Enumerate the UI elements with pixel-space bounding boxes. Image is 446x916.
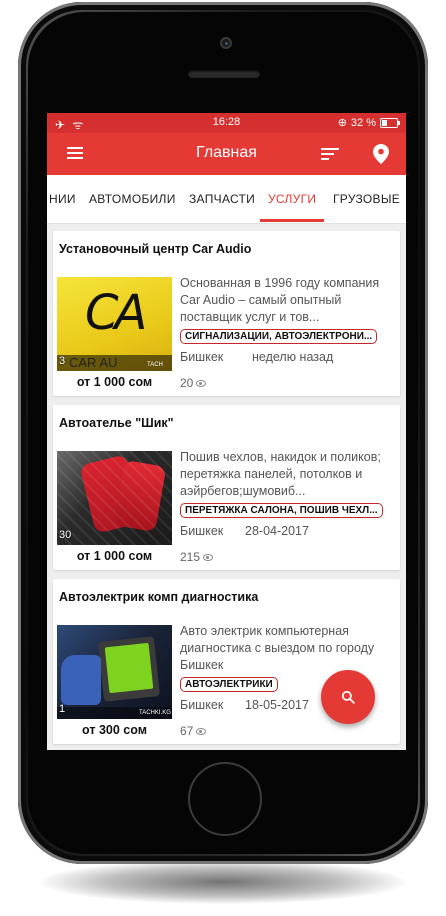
listing-views: 215 (180, 550, 214, 564)
listing-description: Пошив чехлов, накидок и поликов; перетяж… (180, 450, 381, 498)
views-count: 67 (180, 724, 194, 738)
app-bar: Главная (47, 133, 406, 175)
tab-parts[interactable]: ЗАПЧАСТИ (189, 192, 255, 206)
sort-icon[interactable] (321, 148, 339, 160)
photo-count: 30 (59, 529, 72, 541)
listing-description: Основанная в 1996 году компания Car Audi… (180, 276, 380, 324)
tab-partial[interactable]: НИИ (49, 192, 76, 206)
page-title: Главная (196, 144, 257, 161)
tab-services[interactable]: УСЛУГИ (268, 192, 316, 206)
tab-trucks[interactable]: ГРУЗОВЫЕ (333, 192, 400, 206)
car-audio-logo: CA (85, 285, 147, 341)
listing-price: от 300 сом (82, 723, 147, 737)
listing-card[interactable]: Автоателье "Шик" 30 Пошив чехлов, накидо… (53, 405, 400, 570)
status-right: ⊕ 32 % (337, 116, 400, 129)
views-count: 215 (180, 550, 201, 564)
eye-icon (203, 553, 214, 561)
battery-icon (380, 117, 400, 128)
listing-views: 20 (180, 376, 207, 390)
listing-photo[interactable]: TACHKI.KG 1 (57, 625, 172, 719)
listing-city: Бишкек (180, 698, 224, 712)
listing-price: от 1 000 сом (76, 375, 153, 389)
listing-date: неделю назад (252, 350, 334, 364)
photo-watermark-small: TACHKI.KG (139, 710, 171, 716)
eye-icon (196, 379, 207, 387)
listing-card[interactable]: Установочный центр Car Audio CA CAR AU T… (53, 231, 400, 396)
photo-count: 3 (59, 355, 66, 367)
earpiece-speaker (188, 70, 260, 78)
category-tabs: НИИ АВТОМОБИЛИ ЗАПЧАСТИ УСЛУГИ ГРУЗОВЫЕ (47, 175, 406, 224)
home-button[interactable] (188, 762, 262, 836)
location-pin-icon[interactable] (373, 144, 389, 164)
listing-photo[interactable]: CA CAR AU TACH 3 (57, 277, 172, 371)
search-fab-button[interactable] (321, 670, 375, 724)
listing-city: Бишкек (180, 350, 224, 364)
tab-cars[interactable]: АВТОМОБИЛИ (89, 192, 176, 206)
category-tag: СИГНАЛИЗАЦИИ, АВТОЭЛЕКТРОНИ... (180, 329, 378, 344)
status-bar: ✈ ᯤ 16:28 ⊕ 32 % (47, 113, 406, 133)
search-icon (341, 690, 355, 704)
listing-city: Бишкек (180, 524, 224, 538)
lock-rotation-icon: ⊕ (337, 117, 347, 129)
battery-percent: 32 % (350, 116, 376, 129)
eye-icon (196, 727, 207, 735)
category-tag: ПЕРЕТЯЖКА САЛОНА, ПОШИВ ЧЕХЛ... (180, 503, 383, 518)
listing-photo[interactable]: 30 (57, 451, 172, 545)
photo-watermark: CAR AU (69, 355, 118, 370)
photo-watermark-small: TACH (147, 362, 163, 368)
listing-date: 18-05-2017 (245, 698, 309, 712)
category-tag: АВТОЭЛЕКТРИКИ (180, 677, 278, 692)
active-tab-indicator (260, 219, 324, 222)
listing-price: от 1 000 сом (76, 549, 153, 563)
phone-shadow (40, 860, 406, 904)
photo-count: 1 (59, 703, 66, 715)
front-camera (220, 37, 232, 49)
listing-date: 28-04-2017 (245, 524, 309, 538)
listing-title: Автоателье "Шик" (59, 416, 174, 430)
listing-title: Установочный центр Car Audio (59, 242, 252, 256)
views-count: 20 (180, 376, 194, 390)
listing-title: Автоэлектрик комп диагностика (59, 590, 259, 604)
app-screen: ✈ ᯤ 16:28 ⊕ 32 % Главная НИИ АВТОМОБИЛИ … (47, 113, 406, 750)
listing-description: Авто электрик компьютерная диагностика с… (180, 624, 375, 672)
listing-views: 67 (180, 724, 207, 738)
